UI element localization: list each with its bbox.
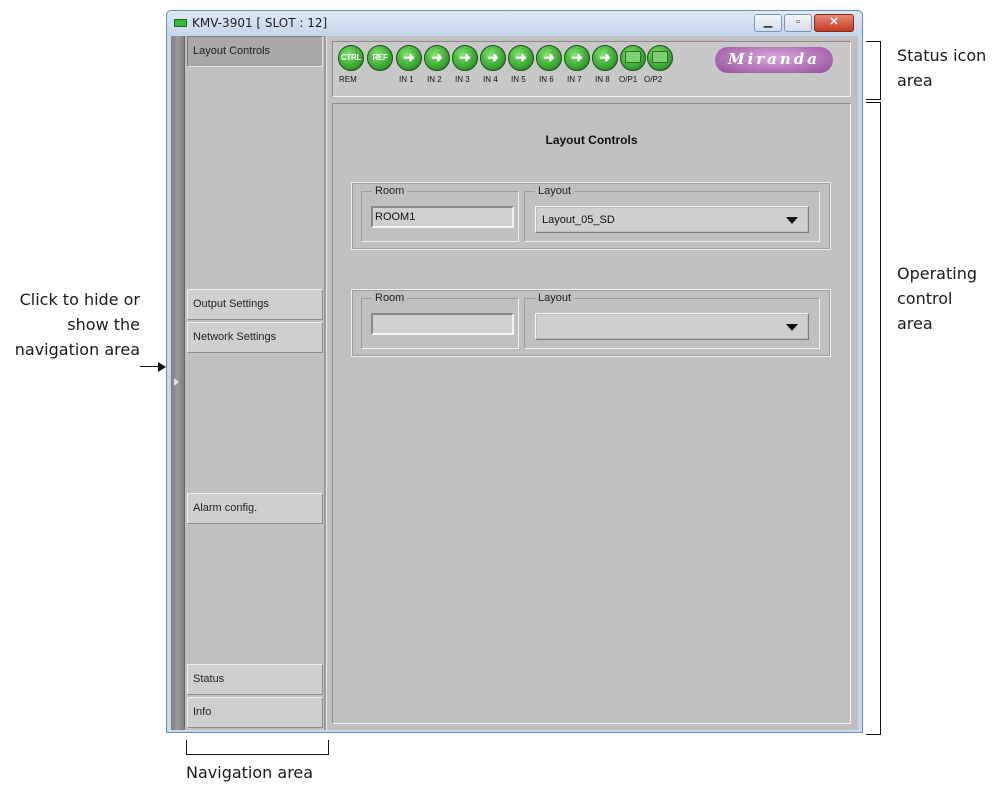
input-8-status-icon[interactable]: ➜	[592, 45, 618, 71]
layout-legend: Layout	[535, 292, 575, 304]
layout-group-2: Room Layout	[351, 289, 831, 357]
output-2-monitor-icon[interactable]	[647, 45, 673, 71]
room-field[interactable]: ROOM1	[371, 206, 514, 228]
status-label-in8: IN 8	[595, 75, 610, 84]
room-field[interactable]	[371, 313, 514, 335]
page-title: Layout Controls	[545, 133, 638, 147]
nav-item-info[interactable]: Info	[187, 697, 323, 728]
status-label-in5: IN 5	[511, 75, 526, 84]
room-legend: Room	[372, 292, 408, 304]
input-2-status-icon[interactable]: ➜	[424, 45, 450, 71]
layout-dropdown[interactable]: Layout_05_SD	[535, 206, 809, 233]
layout-group-1: Room ROOM1 Layout Layout_05_SD	[351, 182, 831, 250]
room-fieldset: Room ROOM1	[361, 185, 519, 242]
operating-area-bracket	[866, 102, 881, 735]
status-label-in3: IN 3	[455, 75, 470, 84]
navigation-toggle-strip[interactable]	[171, 36, 185, 730]
navigation-area-annotation: Navigation area	[186, 763, 314, 782]
status-area-bracket	[866, 41, 881, 100]
chevron-down-icon[interactable]	[786, 324, 798, 331]
status-area-annotation: Status icon area	[897, 46, 987, 90]
operating-control-area: Layout Controls Room ROOM1 Layout Layout…	[332, 103, 851, 724]
chevron-right-icon[interactable]	[174, 378, 179, 386]
room-legend: Room	[372, 185, 408, 197]
status-label-rem: REM	[339, 75, 357, 84]
status-label-in4: IN 4	[483, 75, 498, 84]
nav-item-network-settings[interactable]: Network Settings	[187, 322, 323, 353]
layout-legend: Layout	[535, 185, 575, 197]
navigation-divider[interactable]	[324, 36, 327, 730]
input-1-status-icon[interactable]: ➜	[396, 45, 422, 71]
minimize-icon: ▁	[763, 16, 773, 28]
navigation-panel: Layout Controls Output Settings Network …	[186, 36, 326, 730]
app-icon	[174, 19, 187, 27]
input-5-status-icon[interactable]: ➜	[508, 45, 534, 71]
input-6-status-icon[interactable]: ➜	[536, 45, 562, 71]
output-1-monitor-icon[interactable]	[620, 45, 646, 71]
status-label-in6: IN 6	[539, 75, 554, 84]
layout-fieldset: Layout Layout_05_SD	[524, 185, 820, 242]
nav-item-alarm-config[interactable]: Alarm config.	[187, 493, 323, 524]
input-4-status-icon[interactable]: ➜	[480, 45, 506, 71]
window-title: KMV-3901 [ SLOT : 12]	[192, 16, 328, 30]
title-bar[interactable]: KMV-3901 [ SLOT : 12] ▁ ▫ ✕	[167, 11, 862, 36]
layout-selected-value: Layout_05_SD	[542, 214, 615, 226]
layout-fieldset: Layout	[524, 292, 820, 349]
ctrl-status-icon[interactable]: CTRL	[338, 45, 364, 71]
status-label-in2: IN 2	[427, 75, 442, 84]
nav-item-layout-controls[interactable]: Layout Controls	[187, 36, 323, 67]
navigation-area-bracket	[186, 740, 329, 755]
input-7-status-icon[interactable]: ➜	[564, 45, 590, 71]
client-area: Layout Controls Output Settings Network …	[171, 36, 858, 730]
status-icon-bar: CTRL REM REF ➜ IN 1 ➜ IN 2 ➜ IN 3 ➜ IN 4…	[332, 41, 851, 97]
toggle-annotation: Click to hide or show the navigation are…	[14, 290, 140, 359]
miranda-logo: Miranda	[715, 47, 833, 73]
status-label-op1: O/P1	[619, 75, 638, 84]
operating-area-annotation: Operating control area	[897, 264, 977, 333]
minimize-button[interactable]: ▁	[754, 14, 782, 32]
room-fieldset: Room	[361, 292, 519, 349]
status-label-in1: IN 1	[399, 75, 414, 84]
arrow-right-icon	[158, 362, 166, 372]
close-button[interactable]: ✕	[814, 14, 854, 32]
app-window: KMV-3901 [ SLOT : 12] ▁ ▫ ✕ Layout Contr…	[166, 10, 863, 733]
nav-item-status[interactable]: Status	[187, 664, 323, 695]
maximize-icon: ▫	[796, 16, 800, 28]
maximize-button[interactable]: ▫	[784, 14, 812, 32]
ref-status-icon[interactable]: REF	[367, 45, 393, 71]
input-3-status-icon[interactable]: ➜	[452, 45, 478, 71]
chevron-down-icon[interactable]	[786, 217, 798, 224]
close-icon: ✕	[829, 16, 839, 28]
nav-item-output-settings[interactable]: Output Settings	[187, 289, 323, 320]
status-label-op2: O/P2	[644, 75, 663, 84]
status-label-in7: IN 7	[567, 75, 582, 84]
layout-dropdown[interactable]	[535, 313, 809, 340]
